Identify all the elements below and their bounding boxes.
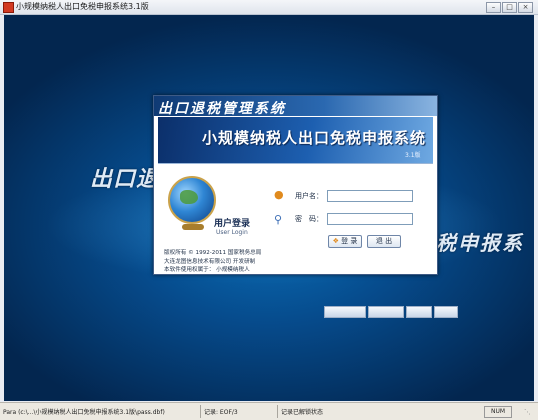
- user-icon: ●: [274, 188, 284, 201]
- login-heading: 用户登录: [214, 219, 251, 229]
- minimize-button[interactable]: –: [486, 2, 501, 13]
- login-button[interactable]: ❖ 登 录: [328, 235, 362, 248]
- title-bar[interactable]: 小规模纳税人出口免税申报系统3.1版 – □ ×: [0, 0, 538, 15]
- status-path: Para (c:\...\小规模纳税人出口免税申报系统3.1版\pass.dbf…: [3, 409, 165, 416]
- product-banner: 小规模纳税人出口免税申报系统 3.1版: [158, 117, 433, 164]
- globe-stand: [182, 224, 204, 230]
- username-label: 用户名：: [295, 192, 323, 200]
- status-divider: [277, 405, 278, 418]
- globe-land: [180, 190, 198, 204]
- status-divider: [200, 405, 201, 418]
- desktop-button-3[interactable]: [406, 306, 432, 318]
- product-version: 3.1版: [405, 152, 421, 159]
- status-record: 记录: EOF/3: [204, 409, 238, 416]
- main-window: 小规模纳税人出口免税申报系统3.1版 – □ × 出口退 税申报系 出口退税管理…: [0, 0, 538, 420]
- status-mode: NUM: [484, 406, 512, 418]
- desktop-button-1[interactable]: [324, 306, 366, 318]
- desktop-button-4[interactable]: [434, 306, 458, 318]
- password-input[interactable]: [327, 213, 413, 225]
- copyright-block: 版权所有 © 1992-2011 国家税务总局 大连龙图信息技术有限公司 开发研…: [164, 249, 261, 275]
- background-title-left: 出口退: [90, 167, 154, 192]
- resize-grip-icon[interactable]: ⋱: [524, 408, 531, 416]
- username-input[interactable]: [327, 190, 413, 202]
- window-title: 小规模纳税人出口免税申报系统3.1版: [16, 2, 149, 11]
- product-name: 小规模纳税人出口免税申报系统: [202, 129, 427, 147]
- exit-button[interactable]: 退 出: [367, 235, 401, 248]
- dialog-title: 出口退税管理系统: [158, 101, 286, 117]
- password-label: 密 码：: [295, 215, 323, 223]
- status-bar: Para (c:\...\小规模纳税人出口免税申报系统3.1版\pass.dbf…: [0, 402, 538, 420]
- developer-line: 大连龙图信息技术有限公司 开发研制: [164, 258, 256, 265]
- desktop-button-2[interactable]: [368, 306, 404, 318]
- dialog-header: 出口退税管理系统: [154, 96, 437, 117]
- login-dialog: 出口退税管理系统 小规模纳税人出口免税申报系统 3.1版 用户登录 User L…: [153, 95, 438, 275]
- key-icon: ⚲: [274, 213, 283, 226]
- app-icon: [3, 2, 14, 13]
- background-title-right: 税申报系: [436, 231, 524, 255]
- close-button[interactable]: ×: [518, 2, 533, 13]
- licensee-line: 本软件使用权属于： 小规模纳税人: [164, 267, 250, 273]
- login-button-icon: ❖: [332, 237, 339, 245]
- globe-icon: [168, 176, 216, 224]
- login-subheading: User Login: [216, 229, 248, 236]
- maximize-button[interactable]: □: [502, 2, 517, 13]
- copyright-line: 版权所有 © 1992-2011 国家税务总局: [164, 250, 262, 256]
- status-lock: 记录已解锁状态: [281, 409, 324, 416]
- login-button-label: 登 录: [341, 237, 358, 245]
